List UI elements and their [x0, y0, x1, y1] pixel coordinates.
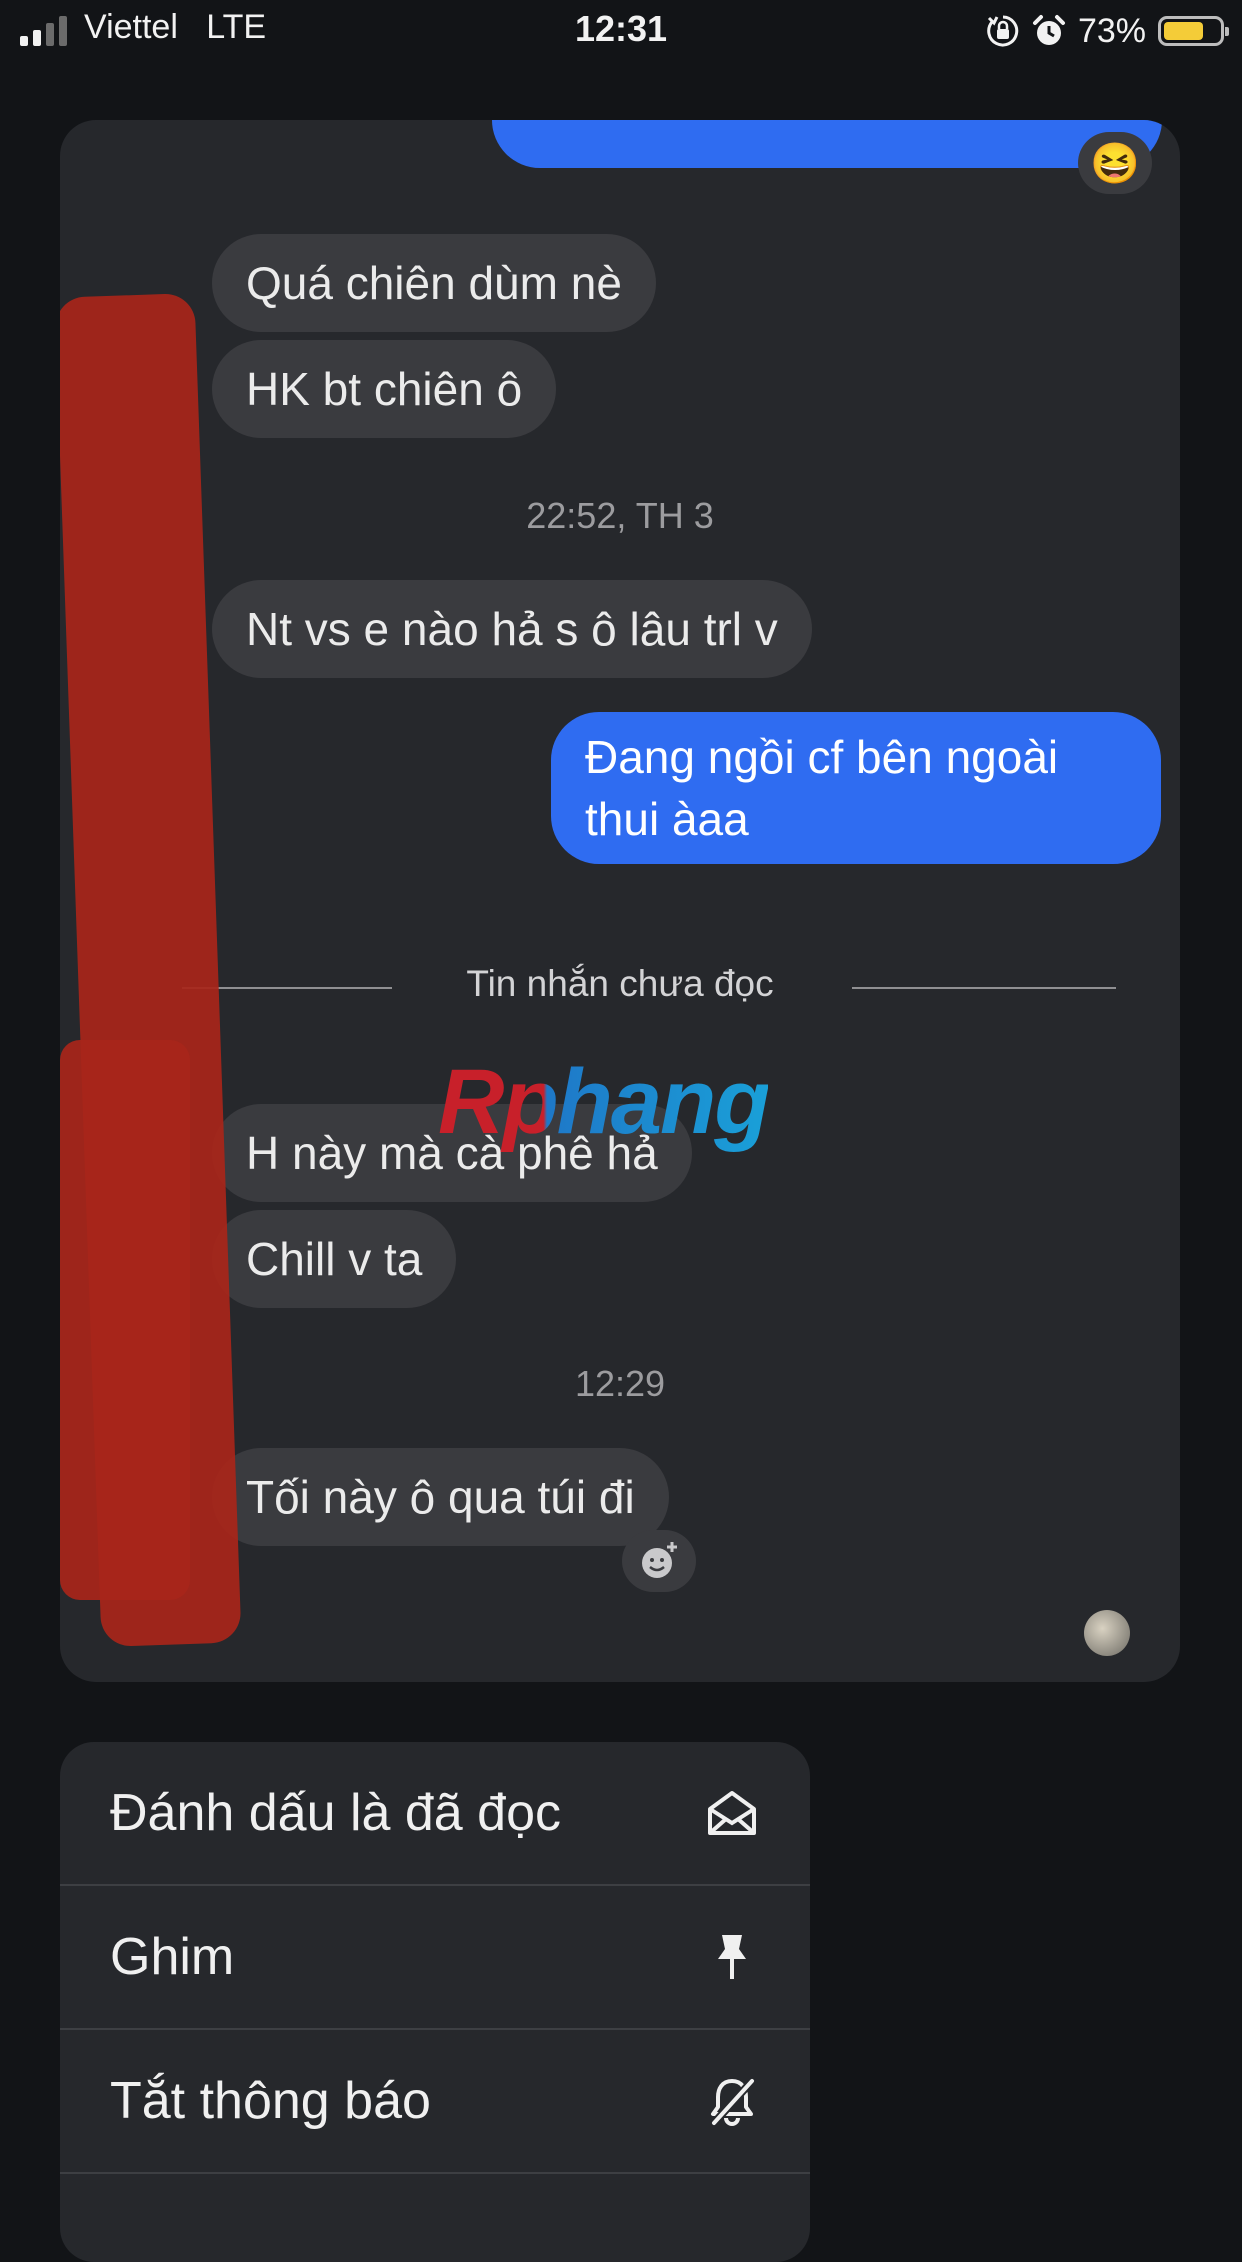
watermark-logo: Rphang	[438, 1051, 770, 1153]
pin-icon	[704, 1929, 760, 1985]
laughing-emoji-icon: 😆	[1090, 141, 1140, 186]
timestamp: 22:52, TH 3	[526, 495, 714, 536]
mark-read-envelope-icon	[704, 1785, 760, 1841]
battery-percent: 73%	[1077, 11, 1146, 50]
avatar	[1084, 1610, 1130, 1656]
menu-item-label: Ghim	[110, 1928, 235, 1986]
outgoing-message-partial	[492, 120, 1162, 168]
message-bubble[interactable]: HK bt chiên ô	[212, 340, 557, 438]
divider-right	[852, 987, 1116, 989]
menu-item-label: Đánh dấu là đã đọc	[110, 1784, 562, 1842]
outgoing-message-bubble[interactable]: Đang ngồi cf bên ngoài thui àaa	[551, 712, 1161, 864]
menu-item-mute[interactable]: Tắt thông báo	[60, 2030, 810, 2174]
menu-item-mark-read[interactable]: Đánh dấu là đã đọc	[60, 1742, 810, 1886]
message-bubble[interactable]: Tối này ô qua túi đi	[212, 1448, 669, 1546]
reaction-badge[interactable]: 😆	[1078, 132, 1152, 194]
unread-divider-label: Tin nhắn chưa đọc	[466, 963, 774, 1004]
redaction-mark	[60, 1040, 190, 1600]
message-bubble[interactable]: Quá chiên dùm nè	[212, 234, 656, 332]
bell-slash-icon	[704, 2073, 760, 2129]
message-bubble[interactable]: Nt vs e nào hả s ô lâu trl v	[212, 580, 812, 678]
add-reaction-button[interactable]	[622, 1530, 696, 1592]
status-bar: Viettel LTE 12:31 73%	[0, 0, 1242, 62]
chat-preview-card[interactable]: 😆 Quá chiên dùm nè HK bt chiên ô 22:52, …	[60, 120, 1180, 1682]
menu-item-label: Tắt thông báo	[110, 2072, 431, 2130]
message-bubble[interactable]: Chill v ta	[212, 1210, 457, 1308]
add-reaction-icon	[642, 1542, 677, 1578]
battery-icon	[1158, 16, 1229, 46]
alarm-icon	[1032, 15, 1065, 45]
menu-item-partial[interactable]	[60, 2174, 810, 2262]
orientation-lock-icon	[987, 15, 1019, 47]
menu-item-pin[interactable]: Ghim	[60, 1886, 810, 2030]
context-menu: Đánh dấu là đã đọc Ghim Tắt thông báo	[60, 1742, 810, 2262]
